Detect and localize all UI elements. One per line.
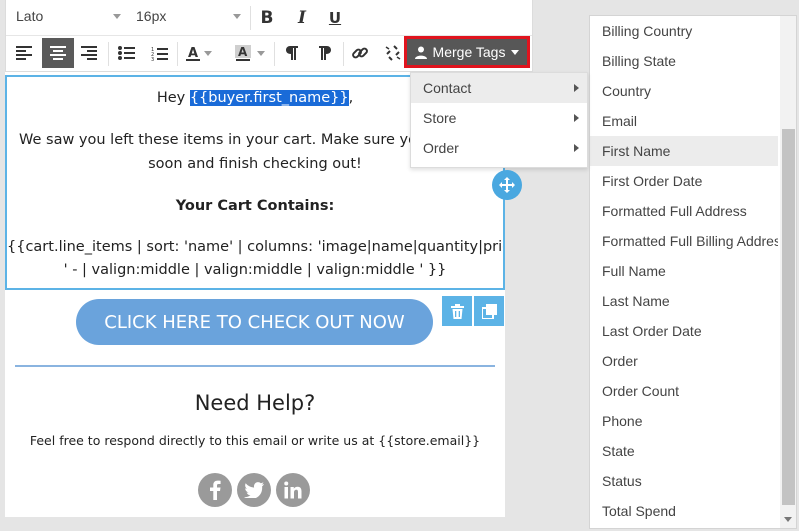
move-block-handle[interactable] bbox=[492, 170, 522, 200]
delete-block-button[interactable] bbox=[442, 296, 472, 326]
bold-button[interactable]: B bbox=[254, 5, 280, 31]
background-color-icon: A bbox=[235, 45, 251, 61]
numbered-list-button[interactable]: 123 bbox=[146, 40, 172, 66]
toolbar-divider bbox=[108, 42, 109, 66]
text-color-icon: A bbox=[186, 46, 200, 61]
chevron-down-icon bbox=[257, 50, 265, 56]
field-item-billing-state[interactable]: Billing State bbox=[590, 46, 778, 76]
scroll-down-icon[interactable] bbox=[784, 517, 792, 522]
rtl-paragraph-button[interactable] bbox=[312, 40, 338, 66]
field-item-last-order-date[interactable]: Last Order Date bbox=[590, 316, 778, 346]
field-item-last-name[interactable]: Last Name bbox=[590, 286, 778, 316]
align-center-button[interactable] bbox=[42, 38, 74, 68]
svg-text:A: A bbox=[238, 45, 248, 59]
paragraph-rtl-icon bbox=[319, 46, 331, 60]
link-icon bbox=[352, 47, 368, 59]
field-item-email[interactable]: Email bbox=[590, 106, 778, 136]
user-icon bbox=[414, 46, 427, 59]
chevron-down-icon bbox=[204, 50, 212, 56]
trash-icon bbox=[450, 303, 464, 319]
svg-text:3: 3 bbox=[151, 57, 154, 61]
font-family-value: Lato bbox=[16, 8, 44, 24]
background-color-button[interactable]: A bbox=[230, 40, 256, 66]
checkout-cta-button[interactable]: CLICK HERE TO CHECK OUT NOW bbox=[76, 299, 433, 345]
toolbar-divider bbox=[250, 6, 251, 30]
greeting-suffix: , bbox=[348, 90, 354, 106]
caret-down-icon bbox=[511, 49, 520, 55]
merge-tags-menu: Contact Store Order bbox=[410, 72, 588, 168]
align-center-icon bbox=[50, 46, 66, 60]
twitter-icon[interactable] bbox=[237, 473, 271, 507]
merge-menu-item-contact[interactable]: Contact bbox=[411, 73, 587, 103]
help-text: Feel free to respond directly to this em… bbox=[29, 433, 481, 448]
field-item-status[interactable]: Status bbox=[590, 466, 778, 496]
chevron-right-icon bbox=[574, 114, 579, 122]
field-item-formatted-full-address[interactable]: Formatted Full Address bbox=[590, 196, 778, 226]
toolbar-row-1: Lato 16px B I U bbox=[6, 0, 532, 36]
underline-button[interactable]: U bbox=[322, 5, 348, 31]
merge-tags-label: Merge Tags bbox=[432, 44, 506, 60]
paragraph-ltr-icon bbox=[286, 46, 298, 60]
merge-menu-item-order[interactable]: Order bbox=[411, 133, 587, 163]
section-divider bbox=[15, 365, 495, 367]
align-right-button[interactable] bbox=[76, 40, 102, 66]
ltr-paragraph-button[interactable] bbox=[279, 40, 305, 66]
cart-code-line-2: ' - | valign:middle | valign:middle | va… bbox=[63, 262, 447, 278]
chevron-down-icon bbox=[233, 14, 241, 19]
align-left-icon bbox=[16, 46, 32, 60]
font-size-select[interactable]: 16px bbox=[136, 8, 241, 30]
text-color-dropdown[interactable] bbox=[201, 40, 215, 66]
selected-merge-tag[interactable]: {{buyer.first_name}} bbox=[189, 90, 349, 106]
menu-item-label: Order bbox=[423, 140, 459, 156]
align-right-icon bbox=[81, 46, 97, 60]
facebook-icon[interactable] bbox=[198, 473, 232, 507]
field-item-first-order-date[interactable]: First Order Date bbox=[590, 166, 778, 196]
field-item-total-spend[interactable]: Total Spend bbox=[590, 496, 778, 526]
field-item-phone[interactable]: Phone bbox=[590, 406, 778, 436]
svg-text:A: A bbox=[188, 46, 198, 61]
help-title: Need Help? bbox=[194, 391, 316, 415]
chevron-right-icon bbox=[574, 84, 579, 92]
insert-link-button[interactable] bbox=[347, 40, 373, 66]
field-item-billing-country[interactable]: Billing Country bbox=[590, 16, 778, 46]
chevron-right-icon bbox=[574, 144, 579, 152]
copy-icon bbox=[481, 303, 497, 319]
field-item-formatted-full-billing-address[interactable]: Formatted Full Billing Address bbox=[590, 226, 778, 256]
bullet-list-button[interactable] bbox=[113, 40, 139, 66]
toolbar-divider bbox=[177, 42, 178, 66]
field-item-order-count[interactable]: Order Count bbox=[590, 376, 778, 406]
menu-item-label: Store bbox=[423, 110, 457, 126]
cart-heading: Your Cart Contains: bbox=[175, 198, 335, 214]
field-item-state[interactable]: State bbox=[590, 436, 778, 466]
font-family-select[interactable]: Lato bbox=[16, 8, 121, 30]
contact-fields-dropdown: Billing Country Billing State Country Em… bbox=[589, 15, 797, 529]
cart-code-line-1: {{cart.line_items | sort: 'name' | colum… bbox=[7, 239, 503, 255]
linkedin-icon[interactable] bbox=[276, 473, 310, 507]
scrollbar-thumb[interactable] bbox=[782, 129, 795, 505]
field-item-first-name[interactable]: First Name bbox=[590, 136, 778, 166]
align-left-button[interactable] bbox=[11, 40, 37, 66]
contact-fields-list: Billing Country Billing State Country Em… bbox=[590, 16, 778, 526]
duplicate-block-button[interactable] bbox=[474, 296, 504, 326]
remove-link-button[interactable] bbox=[380, 40, 406, 66]
menu-item-label: Contact bbox=[423, 80, 472, 96]
field-item-full-name[interactable]: Full Name bbox=[590, 256, 778, 286]
fields-scrollbar[interactable] bbox=[780, 16, 796, 528]
greeting-prefix: Hey bbox=[156, 90, 190, 106]
bullet-list-icon bbox=[117, 46, 135, 60]
move-icon bbox=[499, 177, 515, 193]
chevron-down-icon bbox=[113, 14, 121, 19]
toolbar-divider bbox=[274, 42, 275, 66]
field-item-country[interactable]: Country bbox=[590, 76, 778, 106]
merge-menu-item-store[interactable]: Store bbox=[411, 103, 587, 133]
font-size-value: 16px bbox=[136, 8, 167, 24]
unlink-icon bbox=[385, 45, 401, 61]
background-color-dropdown[interactable] bbox=[254, 40, 268, 66]
field-item-order[interactable]: Order bbox=[590, 346, 778, 376]
numbered-list-icon: 123 bbox=[151, 47, 168, 61]
toolbar-divider bbox=[343, 42, 344, 66]
merge-tags-button[interactable]: Merge Tags bbox=[404, 36, 530, 68]
italic-button[interactable]: I bbox=[289, 5, 315, 31]
